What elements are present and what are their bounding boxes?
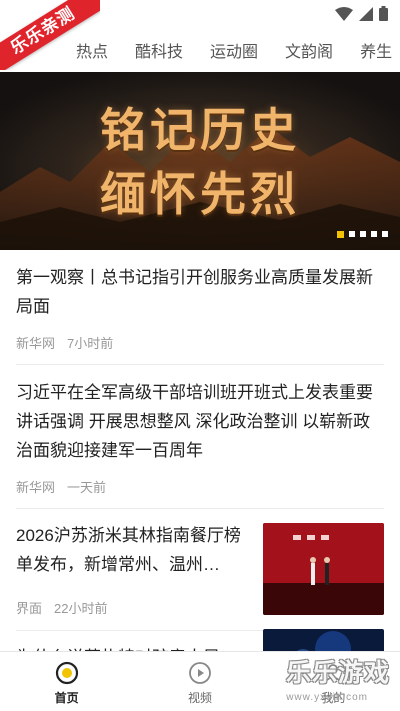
banner-headline-1: 铭记历史: [100, 103, 300, 157]
news-source: 界面: [16, 601, 43, 616]
news-meta: 新华网 一天前: [16, 477, 384, 496]
news-item[interactable]: 第一观察丨总书记指引开创服务业高质量发展新局面 新华网 7小时前: [16, 250, 384, 365]
news-title: 习近平在全军高级干部培训班开班式上发表重要讲话强调 开展思想整风 深化政治整训 …: [16, 383, 373, 460]
nav-home-label: 首页: [54, 691, 79, 705]
battery-icon: [379, 6, 388, 21]
tab-culture[interactable]: 文韵阁: [285, 38, 333, 62]
corner-badge-text: 乐乐亲测: [0, 0, 100, 70]
nav-video-label: 视频: [187, 691, 212, 705]
carousel-indicators: [337, 231, 388, 238]
news-source: 新华网: [16, 480, 56, 495]
bottom-navigation: 首页 视频 我的: [0, 651, 400, 711]
news-meta: 新华网 7小时前: [16, 333, 384, 352]
nav-home[interactable]: 首页: [0, 652, 133, 711]
news-time: 7小时前: [67, 336, 114, 351]
nav-profile-label: 我的: [321, 691, 346, 705]
news-thumbnail: [263, 523, 384, 615]
carousel-dot[interactable]: [337, 231, 344, 238]
news-source: 新华网: [16, 336, 56, 351]
news-title: 2026沪苏浙米其林指南餐厅榜单发布，新增常州、温州…: [16, 526, 241, 574]
signal-icon: [359, 6, 373, 21]
news-item[interactable]: 2026沪苏浙米其林指南餐厅榜单发布，新增常州、温州… 界面 22小时前: [16, 509, 384, 631]
tab-tech[interactable]: 酷科技: [135, 38, 183, 62]
corner-badge: 乐乐亲测: [0, 0, 100, 70]
home-icon: [55, 661, 78, 685]
news-time: 22小时前: [54, 601, 108, 616]
news-meta: 界面 22小时前: [16, 598, 107, 617]
wifi-icon: [335, 6, 353, 21]
tab-sports[interactable]: 运动圈: [210, 38, 258, 62]
nav-video[interactable]: 视频: [133, 652, 266, 711]
carousel-dot[interactable]: [382, 231, 388, 237]
carousel-dot[interactable]: [349, 231, 355, 237]
banner-headline-2: 缅怀先烈: [100, 167, 300, 221]
banner-carousel[interactable]: 铭记历史 缅怀先烈: [0, 72, 400, 250]
status-icons: [335, 6, 388, 21]
news-time: 一天前: [67, 480, 107, 495]
news-feed: 第一观察丨总书记指引开创服务业高质量发展新局面 新华网 7小时前 习近平在全军高级…: [0, 250, 400, 691]
tab-health[interactable]: 养生: [360, 38, 392, 62]
news-item[interactable]: 习近平在全军高级干部培训班开班式上发表重要讲话强调 开展思想整风 深化政治整训 …: [16, 365, 384, 509]
carousel-dot[interactable]: [360, 231, 366, 237]
news-title: 第一观察丨总书记指引开创服务业高质量发展新局面: [16, 268, 373, 316]
user-icon: [324, 664, 342, 683]
nav-profile[interactable]: 我的: [267, 652, 400, 711]
play-icon: [189, 662, 211, 684]
carousel-dot[interactable]: [371, 231, 377, 237]
